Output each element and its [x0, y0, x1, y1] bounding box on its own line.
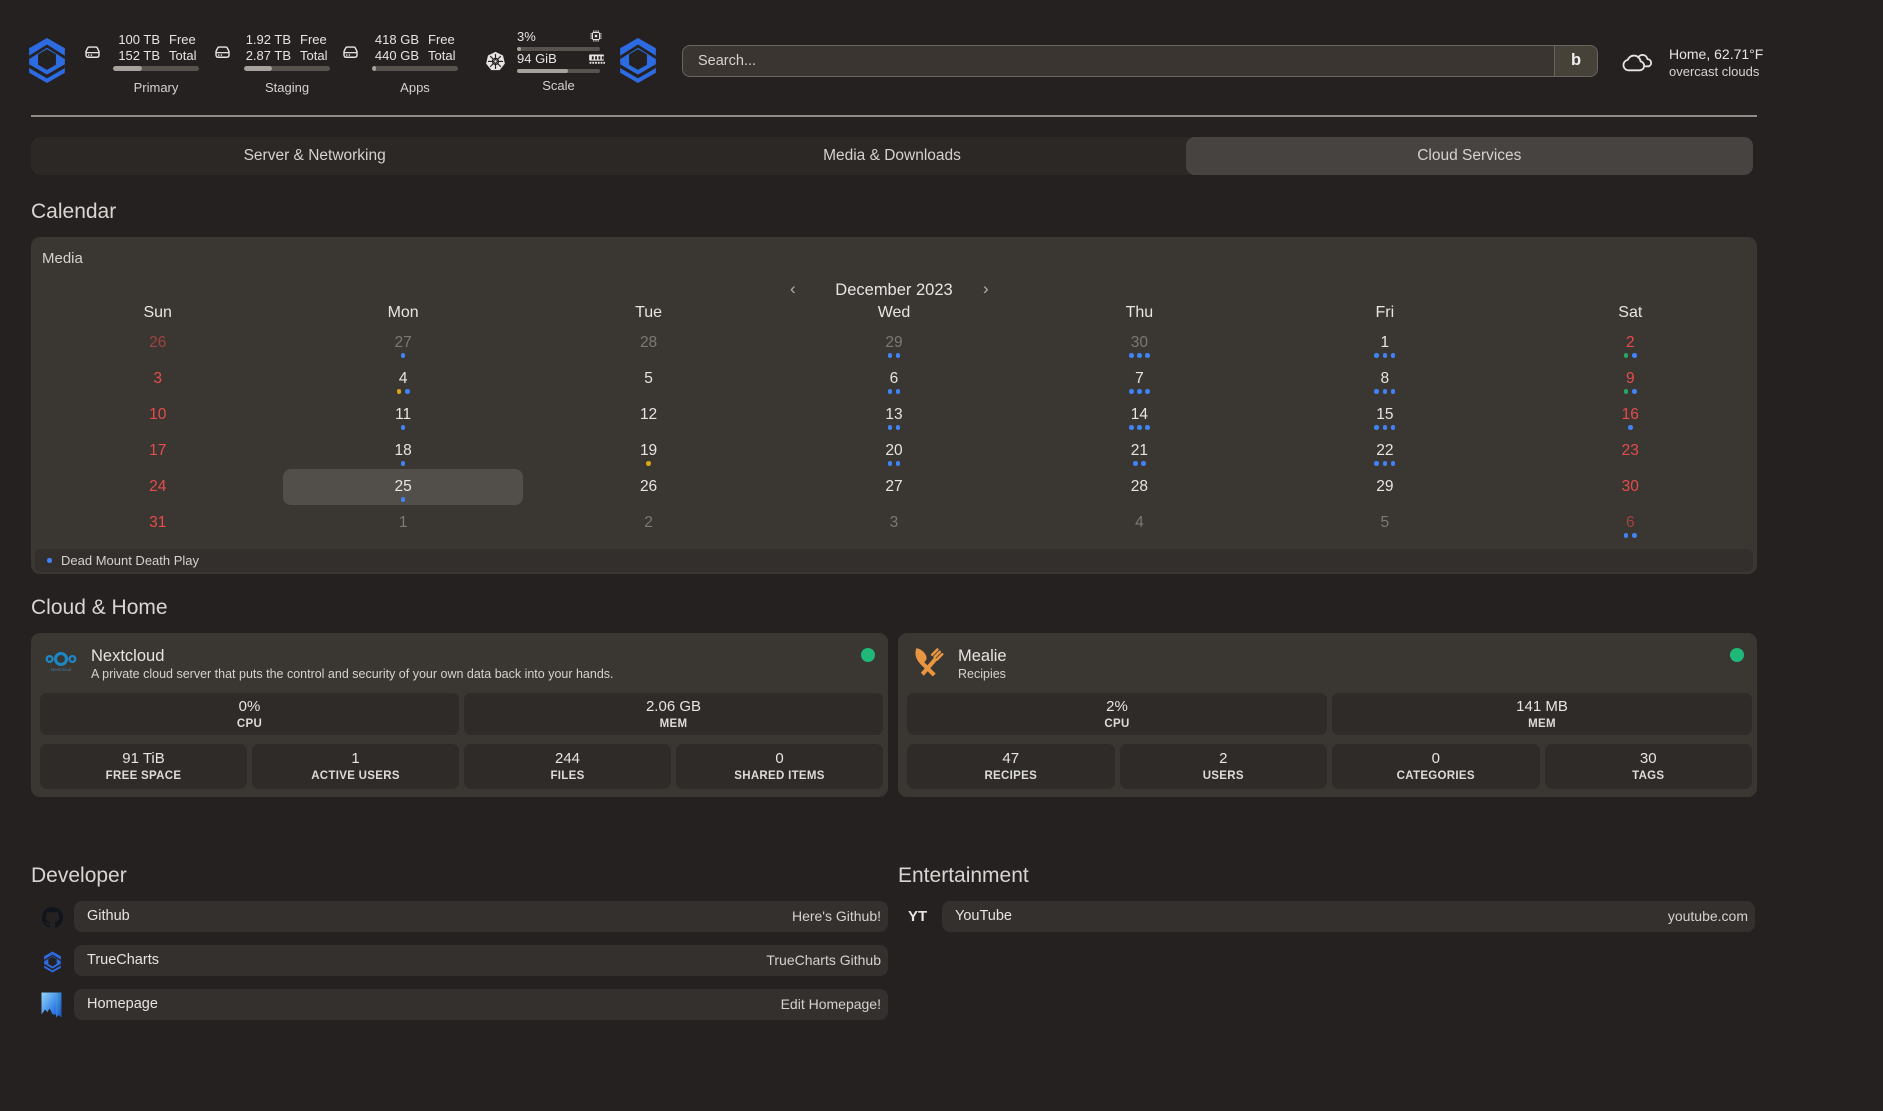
svg-text:Nextcloud: Nextcloud [51, 667, 72, 672]
